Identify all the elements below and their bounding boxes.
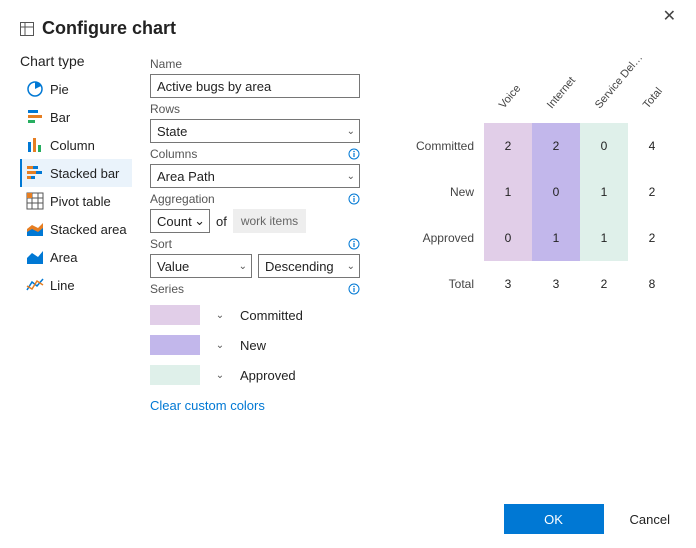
series-label: Approved (240, 368, 296, 383)
cancel-button[interactable]: Cancel (624, 511, 676, 528)
line-chart-icon (26, 276, 44, 294)
series-label: Series (150, 282, 360, 296)
preview-cell: 2 (532, 123, 580, 169)
preview-cell: 1 (532, 215, 580, 261)
chart-type-label: Column (50, 138, 95, 153)
preview-column-header: Voice (484, 73, 532, 123)
chart-type-pivot-table[interactable]: Pivot table (20, 187, 132, 215)
aggregation-dropdown[interactable]: Count ⌄ (150, 209, 210, 233)
area-chart-icon (26, 248, 44, 266)
chart-type-area[interactable]: Area (20, 243, 132, 271)
dialog-title: Configure chart (42, 18, 176, 39)
preview-row-header: Total (404, 261, 484, 307)
preview-column-header: Internet (532, 73, 580, 123)
preview-cell: 2 (628, 215, 676, 261)
dialog-header: Configure chart (20, 18, 676, 39)
info-icon[interactable] (348, 283, 360, 295)
info-icon[interactable] (348, 193, 360, 205)
of-text: of (216, 214, 227, 229)
chevron-down-icon: ⌄ (347, 171, 355, 182)
clear-colors-link[interactable]: Clear custom colors (150, 398, 265, 413)
preview-column-header: Total (628, 73, 676, 123)
rows-label: Rows (150, 102, 360, 116)
chevron-down-icon: ⌄ (194, 213, 205, 229)
preview-row-header: New (404, 169, 484, 215)
preview-cell: 2 (484, 123, 532, 169)
preview-cell: 2 (628, 169, 676, 215)
rows-dropdown[interactable]: State ⌄ (150, 119, 360, 143)
preview-cell: 0 (484, 215, 532, 261)
series-row: ⌄ Committed (150, 300, 360, 330)
ok-button[interactable]: OK (504, 504, 604, 534)
close-icon: ✕ (663, 8, 676, 25)
preview-cell: 3 (532, 261, 580, 307)
chart-type-label: Bar (50, 110, 70, 125)
chart-type-label: Stacked bar (50, 166, 119, 181)
columns-dropdown[interactable]: Area Path ⌄ (150, 164, 360, 188)
name-label: Name (150, 57, 360, 71)
chart-table-icon (20, 22, 34, 36)
chart-type-label: Line (50, 278, 75, 293)
sort-direction-dropdown[interactable]: Descending ⌄ (258, 254, 360, 278)
sort-field-dropdown[interactable]: Value ⌄ (150, 254, 252, 278)
preview-cell: 1 (580, 215, 628, 261)
sort-label: Sort (150, 237, 360, 251)
preview-column-header: Service Del… (580, 73, 628, 123)
close-button[interactable]: ✕ (657, 8, 682, 26)
series-color-swatch[interactable] (150, 365, 200, 385)
aggregation-label: Aggregation (150, 192, 360, 206)
preview-cell: 0 (580, 123, 628, 169)
series-color-swatch[interactable] (150, 305, 200, 325)
preview-cell: 2 (580, 261, 628, 307)
chart-type-bar[interactable]: Bar (20, 103, 132, 131)
preview-cell: 1 (484, 169, 532, 215)
chart-type-heading: Chart type (20, 53, 132, 69)
preview-cell: 3 (484, 261, 532, 307)
chevron-down-icon[interactable]: ⌄ (214, 310, 226, 321)
info-icon[interactable] (348, 148, 360, 160)
pie-chart-icon (26, 80, 44, 98)
chevron-down-icon[interactable]: ⌄ (214, 370, 226, 381)
chart-type-label: Area (50, 250, 77, 265)
preview-row-header: Committed (404, 123, 484, 169)
series-label: New (240, 338, 266, 353)
preview-row-header: Approved (404, 215, 484, 261)
name-input[interactable]: Active bugs by area (150, 74, 360, 98)
chart-preview: VoiceInternetService Del…TotalCommitted2… (378, 73, 676, 307)
preview-cell: 1 (580, 169, 628, 215)
chart-type-label: Pie (50, 82, 69, 97)
preview-cell: 0 (532, 169, 580, 215)
aggregation-target: work items (233, 209, 306, 233)
chevron-down-icon: ⌄ (347, 126, 355, 137)
chevron-down-icon[interactable]: ⌄ (214, 340, 226, 351)
series-row: ⌄ New (150, 330, 360, 360)
chart-type-pie[interactable]: Pie (20, 75, 132, 103)
chevron-down-icon: ⌄ (239, 261, 247, 272)
stacked-bar-chart-icon (26, 164, 44, 182)
columns-label: Columns (150, 147, 360, 161)
pivot-table-icon (26, 192, 44, 210)
info-icon[interactable] (348, 238, 360, 250)
bar-chart-icon (26, 108, 44, 126)
preview-cell: 4 (628, 123, 676, 169)
series-color-swatch[interactable] (150, 335, 200, 355)
chart-type-label: Stacked area (50, 222, 127, 237)
chart-type-column[interactable]: Column (20, 131, 132, 159)
chart-type-stacked-area[interactable]: Stacked area (20, 215, 132, 243)
chart-type-line[interactable]: Line (20, 271, 132, 299)
preview-cell: 8 (628, 261, 676, 307)
chart-type-label: Pivot table (50, 194, 111, 209)
column-chart-icon (26, 136, 44, 154)
chart-type-stacked-bar[interactable]: Stacked bar (20, 159, 132, 187)
series-label: Committed (240, 308, 303, 323)
stacked-area-chart-icon (26, 220, 44, 238)
chevron-down-icon: ⌄ (347, 261, 355, 272)
series-row: ⌄ Approved (150, 360, 360, 390)
